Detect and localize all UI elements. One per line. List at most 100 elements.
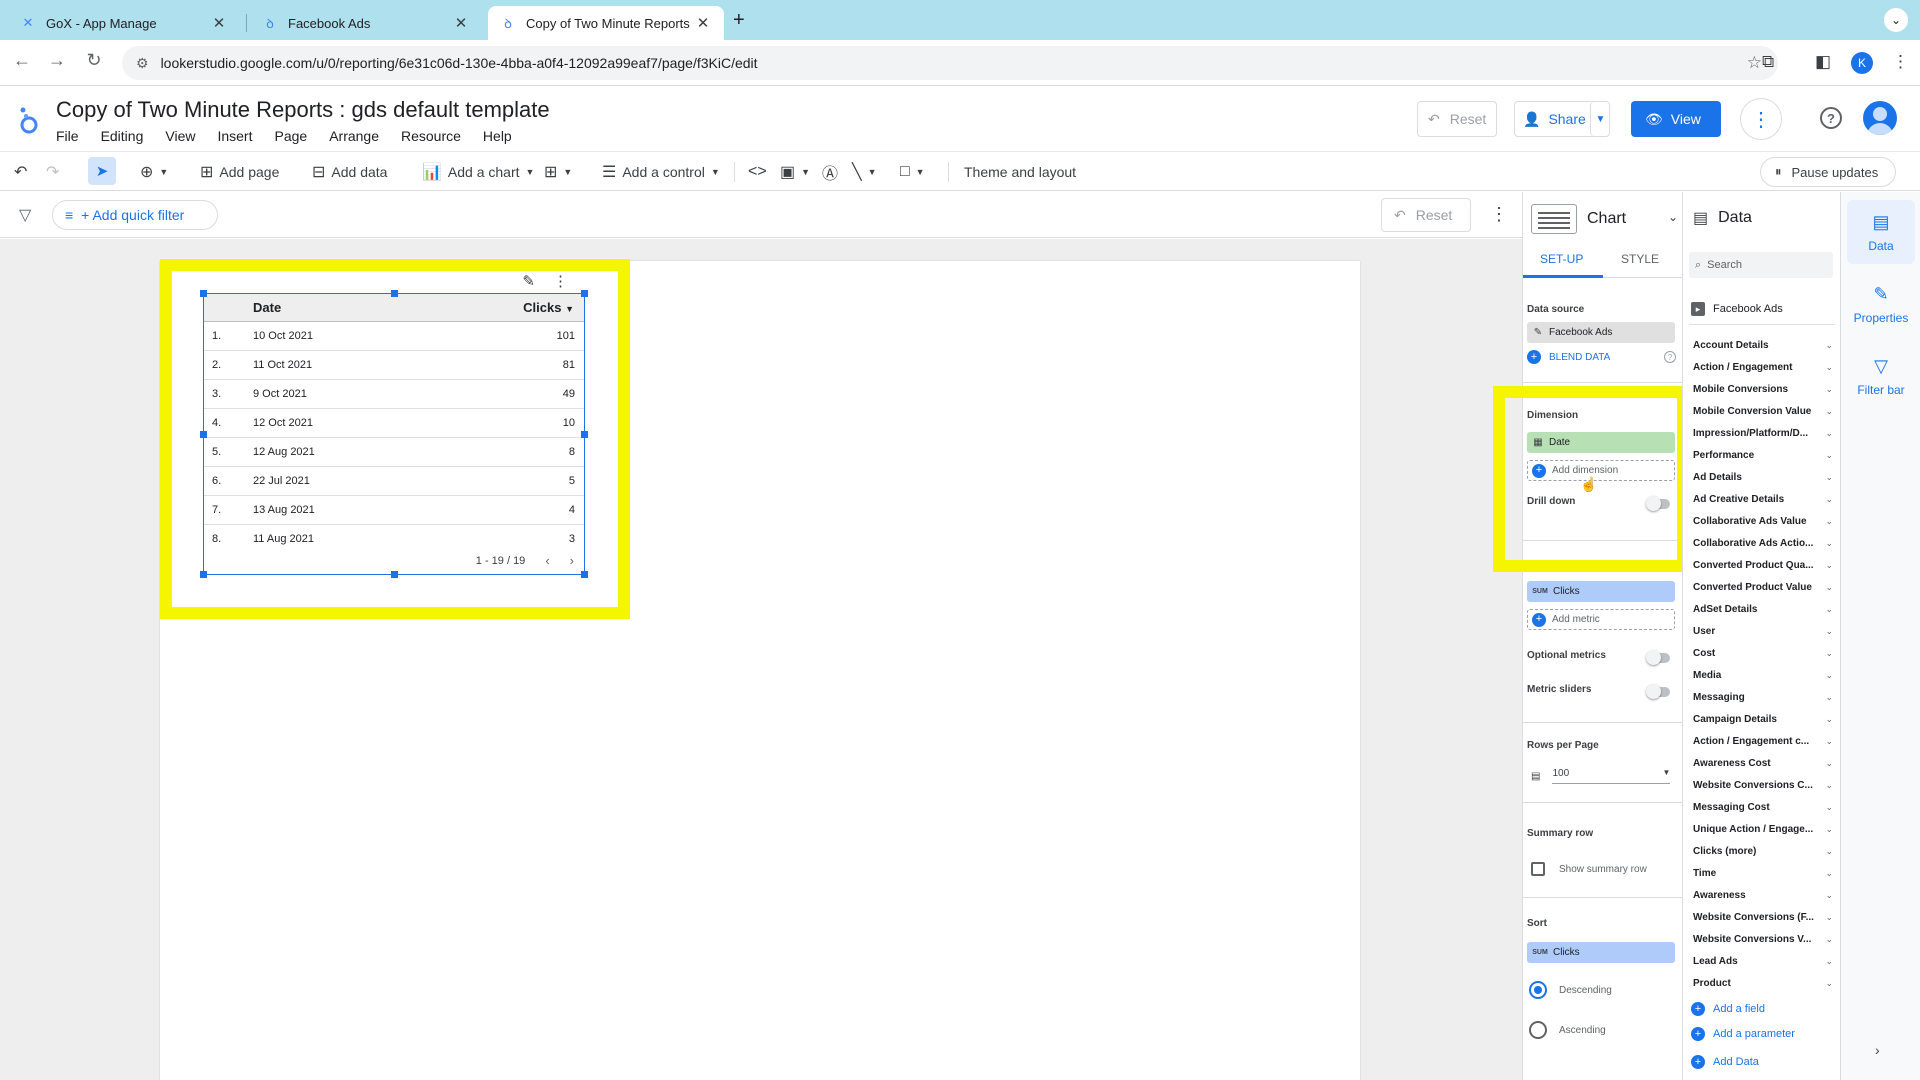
chevron-down-icon[interactable]: ⌄ [1825,648,1833,659]
field-group-item[interactable]: Clicks (more) ⌄ [1693,846,1833,857]
chevron-down-icon[interactable]: ⌄ [1825,472,1833,483]
field-group-item[interactable]: Product ⌄ [1693,978,1833,989]
rail-data-button[interactable]: ▤ Data [1847,200,1915,264]
add-chart-button[interactable]: 📊 Add a chart ▼ [422,160,534,184]
field-group-item[interactable]: Impression/Platform/D... ⌄ [1693,428,1833,439]
close-tab-icon[interactable]: ✕ [694,14,712,32]
chevron-down-icon[interactable]: ⌄ [1825,802,1833,813]
chevron-down-icon[interactable]: ⌄ [1825,736,1833,747]
edit-pencil-icon[interactable]: ✎ [522,272,535,290]
help-question-icon[interactable]: ? [1664,351,1676,363]
metric-chip-clicks[interactable]: SUM Clicks [1527,581,1675,602]
add-quick-filter-button[interactable]: ≡ + Add quick filter [52,200,218,230]
field-search-input[interactable]: ⌕ Search [1689,252,1833,278]
field-group-item[interactable]: Performance ⌄ [1693,450,1833,461]
chevron-down-icon[interactable]: ⌄ [1825,824,1833,835]
chevron-down-icon[interactable]: ⌄ [1825,560,1833,571]
column-header-clicks[interactable]: Clicks ▼ [523,300,574,315]
chevron-down-icon[interactable]: ⌄ [1825,714,1833,725]
resize-handle[interactable] [581,571,588,578]
field-group-item[interactable]: Website Conversions (F... ⌄ [1693,912,1833,923]
tab-setup[interactable]: SET-UP [1540,252,1583,266]
table-row[interactable]: 6. 22 Jul 2021 5 [204,467,584,496]
browser-tab-copy-report[interactable]: ꝺ Copy of Two Minute Reports ✕ [488,6,724,40]
chevron-down-icon[interactable]: ⌄ [1825,758,1833,769]
more-options-icon[interactable]: ⋮ [1740,98,1782,140]
chevron-down-icon[interactable]: ⌄ [1825,780,1833,791]
edit-pencil-icon[interactable]: ✎ [1527,327,1549,338]
image-icon[interactable]: ▣ ▼ [780,160,810,184]
table-row[interactable]: 5. 12 Aug 2021 8 [204,438,584,467]
report-title[interactable]: Copy of Two Minute Reports : gds default… [56,97,550,123]
chevron-down-icon[interactable]: ⌄ [1825,582,1833,593]
field-group-item[interactable]: Messaging ⌄ [1693,692,1833,703]
sort-descending-radio[interactable]: Descending [1529,981,1612,999]
resize-handle[interactable] [200,290,207,297]
line-icon[interactable]: ╲ ▼ [852,160,877,184]
share-dropdown-icon[interactable]: ▼ [1590,102,1610,136]
field-group-item[interactable]: Lead Ads ⌄ [1693,956,1833,967]
field-group-item[interactable]: Awareness Cost ⌄ [1693,758,1833,769]
help-icon[interactable]: ? [1820,107,1842,129]
chevron-down-icon[interactable]: ⌄ [1825,450,1833,461]
menu-insert[interactable]: Insert [217,128,252,144]
forward-arrow-icon[interactable]: → [45,50,69,71]
add-parameter-button[interactable]: + Add a parameter [1691,1027,1795,1041]
add-field-button[interactable]: + Add a field [1691,1002,1765,1016]
field-group-item[interactable]: Time ⌄ [1693,868,1833,879]
chevron-down-icon[interactable]: ⌄ [1825,384,1833,395]
field-group-item[interactable]: Mobile Conversion Value ⌄ [1693,406,1833,417]
data-source-chip[interactable]: ✎ Facebook Ads [1527,322,1675,343]
chevron-down-icon[interactable]: ⌄ [1825,912,1833,923]
chevron-down-icon[interactable]: ⌄ [1825,934,1833,945]
add-metric-button[interactable]: + Add metric [1527,609,1675,630]
field-group-item[interactable]: Messaging Cost ⌄ [1693,802,1833,813]
zoom-control[interactable]: ⊕ ▼ [140,160,168,184]
chart-kebab-icon[interactable]: ⋮ [553,272,568,290]
table-row[interactable]: 1. 10 Oct 2021 101 [204,322,584,351]
add-page-button[interactable]: ⊞ Add page [200,160,279,184]
sort-field-chip[interactable]: SUM Clicks [1527,942,1675,963]
field-group-item[interactable]: Converted Product Value ⌄ [1693,582,1833,593]
chevron-down-icon[interactable]: ⌄ [1825,890,1833,901]
field-group-item[interactable]: Campaign Details ⌄ [1693,714,1833,725]
field-group-item[interactable]: User ⌄ [1693,626,1833,637]
reset-filters-button[interactable]: ↶ Reset [1381,198,1471,232]
bookmark-star-icon[interactable]: ☆ [1747,53,1762,73]
back-arrow-icon[interactable]: ← [10,50,34,71]
aggregation-badge[interactable]: SUM [1527,949,1553,956]
menu-file[interactable]: File [56,128,79,144]
rows-per-page-select[interactable]: ▤ 100 ▼ [1531,768,1671,784]
browser-profile-avatar[interactable]: K [1851,52,1873,74]
add-control-button[interactable]: ☰ Add a control ▼ [602,160,720,184]
chevron-down-icon[interactable]: ⌄ [1825,428,1833,439]
chevron-down-icon[interactable]: ⌄ [1668,210,1678,224]
optional-metrics-toggle[interactable] [1646,650,1670,665]
table-row[interactable]: 3. 9 Oct 2021 49 [204,380,584,409]
close-tab-icon[interactable]: ✕ [452,14,470,32]
table-row[interactable]: 4. 12 Oct 2021 10 [204,409,584,438]
table-row[interactable]: 8. 11 Aug 2021 3 [204,525,584,554]
chevron-down-icon[interactable]: ⌄ [1825,406,1833,417]
menu-resource[interactable]: Resource [401,128,461,144]
chevron-down-icon[interactable]: ⌄ [1825,494,1833,505]
rail-filter-bar-button[interactable]: ▽ Filter bar [1847,344,1915,408]
chevron-down-icon[interactable]: ⌄ [1825,846,1833,857]
browser-menu-kebab-icon[interactable]: ⋮ [1892,52,1909,72]
metric-sliders-toggle[interactable] [1646,684,1670,699]
menu-page[interactable]: Page [274,128,307,144]
rail-properties-button[interactable]: ✎ Properties [1847,272,1915,336]
theme-and-layout-button[interactable]: Theme and layout [964,160,1076,184]
field-group-item[interactable]: Action / Engagement ⌄ [1693,362,1833,373]
resize-handle[interactable] [391,290,398,297]
new-tab-icon[interactable]: + [733,9,745,32]
reset-button[interactable]: ↶ Reset [1417,101,1497,137]
sort-ascending-radio[interactable]: Ascending [1529,1021,1606,1039]
data-source-item[interactable]: ▸ Facebook Ads [1691,302,1783,316]
browser-tab-gox[interactable]: ✕ GoX - App Manage ✕ [8,6,240,40]
community-viz-button[interactable]: ⊞ ▼ [544,160,572,184]
redo-icon[interactable]: ↷ [46,160,59,184]
pause-updates-button[interactable]: ⏸ Pause updates [1760,157,1896,187]
reload-icon[interactable]: ↻ [82,50,106,71]
view-button[interactable]: 👁 View [1631,101,1721,137]
